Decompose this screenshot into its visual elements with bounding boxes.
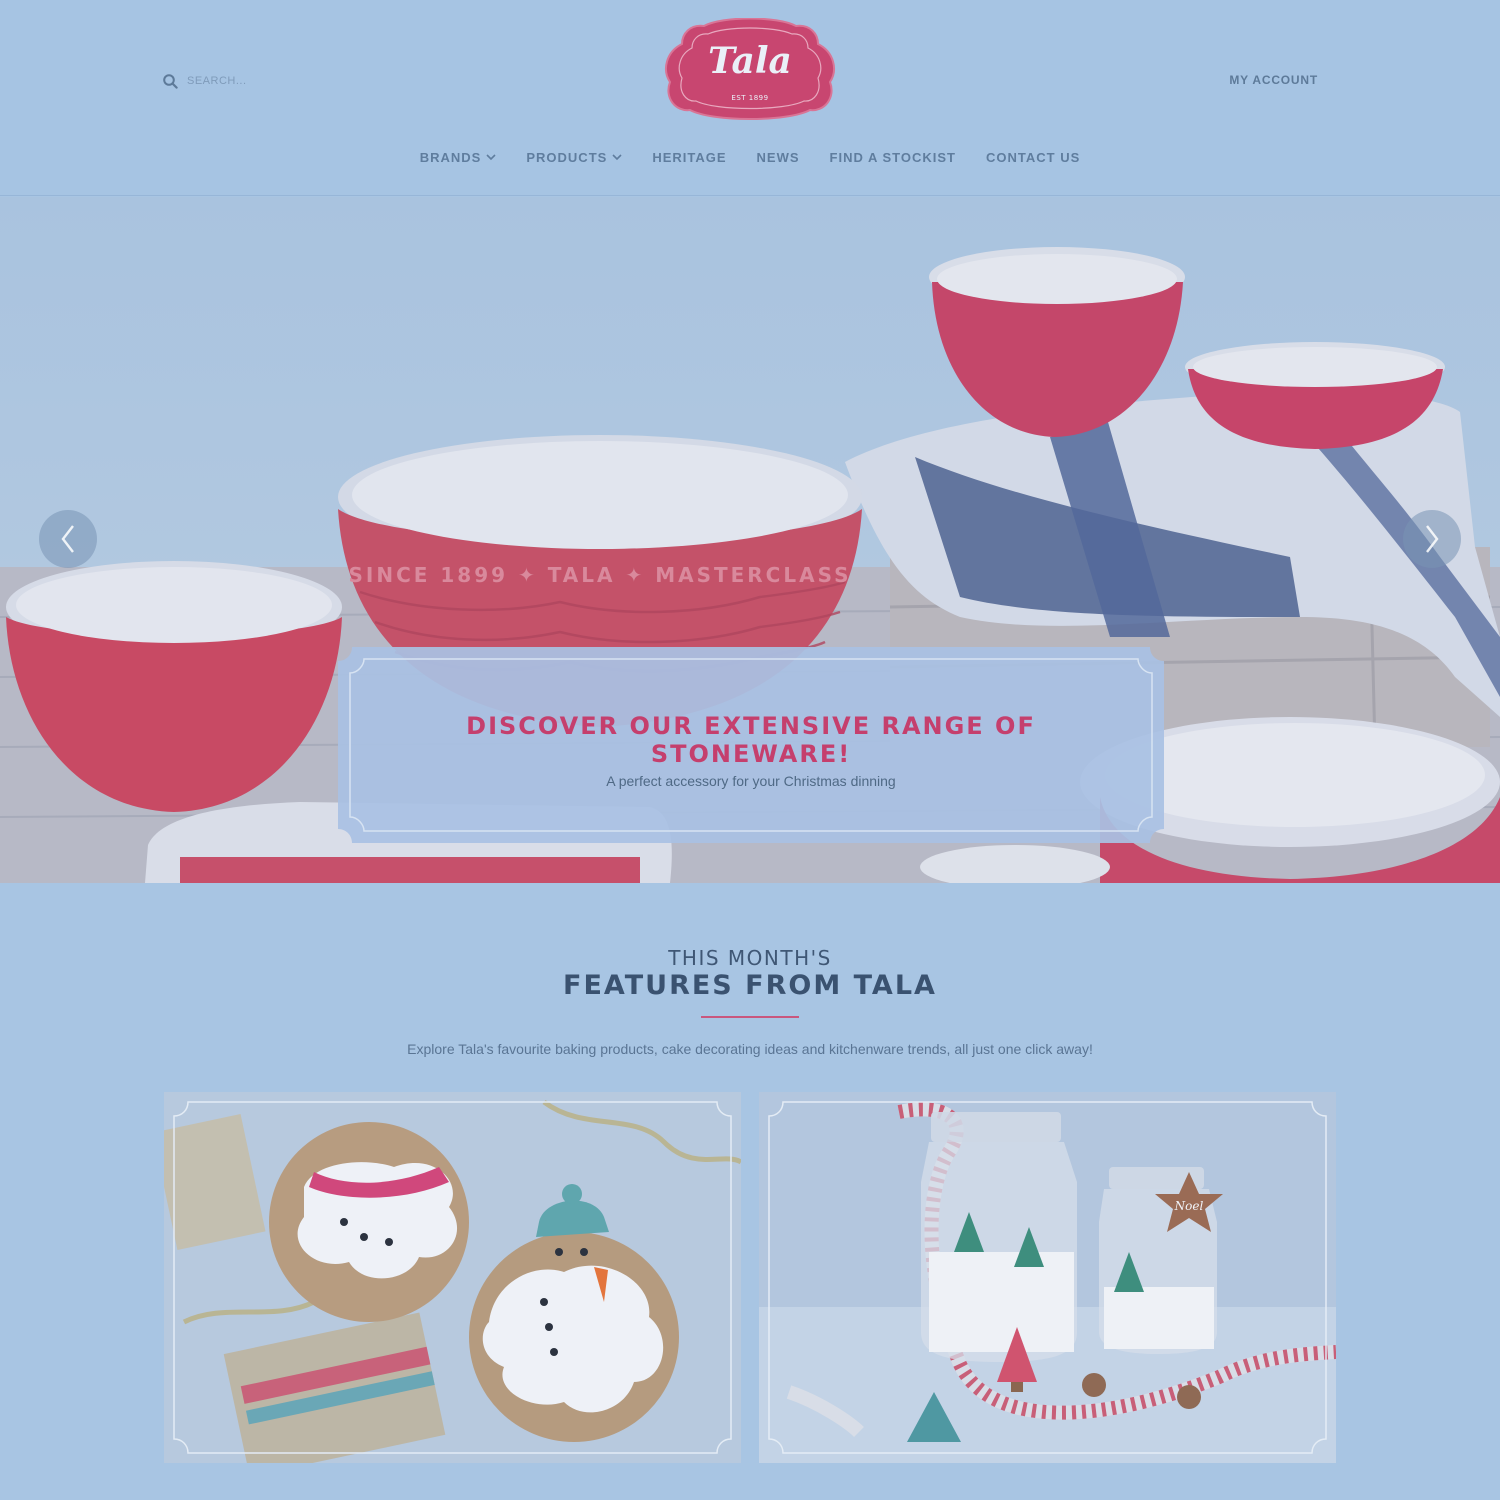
nav-heritage[interactable]: HERITAGE	[652, 150, 726, 165]
nav-brands-label: BRANDS	[419, 150, 482, 165]
bowl-lettering: SINCE 1899 ✦ TALA ✦ MASTERCLASS	[348, 563, 851, 587]
search-box[interactable]	[163, 72, 327, 90]
nav-brands[interactable]: BRANDS	[420, 150, 497, 165]
slider-prev-button[interactable]	[39, 510, 97, 568]
nav-find-a-stockist[interactable]: FIND A STOCKIST	[830, 150, 956, 165]
feature-card-jars[interactable]: Noel	[759, 1092, 1336, 1463]
gingerbread-cookies-image	[164, 1092, 741, 1463]
logo-established: EST 1899	[731, 94, 769, 102]
hero-caption-box[interactable]: DISCOVER OUR EXTENSIVE RANGE OF STONEWAR…	[338, 647, 1164, 843]
main-nav: BRANDS PRODUCTS HERITAGE NEWS FIND A STO…	[0, 150, 1500, 165]
nav-products-label: PRODUCTS	[526, 150, 608, 165]
search-input[interactable]	[187, 75, 327, 87]
features-description: Explore Tala's favourite baking products…	[407, 1041, 1093, 1057]
features-kicker: THIS MONTH'S	[668, 946, 832, 970]
my-account-link[interactable]: MY ACCOUNT	[1229, 73, 1318, 87]
features-title: FEATURES FROM TALA	[563, 970, 937, 1001]
tala-logo[interactable]: Tala EST 1899	[660, 17, 840, 124]
nav-heritage-label: HERITAGE	[652, 150, 727, 165]
nav-contact-us[interactable]: CONTACT US	[986, 150, 1080, 165]
chevron-down-icon	[486, 154, 496, 161]
slider-next-button[interactable]	[1403, 510, 1461, 568]
hero-title: DISCOVER OUR EXTENSIVE RANGE OF STONEWAR…	[466, 712, 1036, 768]
features-divider	[701, 1016, 799, 1018]
hero-subtitle: A perfect accessory for your Christmas d…	[606, 773, 896, 789]
chevron-down-icon	[612, 154, 622, 161]
nav-news[interactable]: NEWS	[757, 150, 800, 165]
hero-slider: SINCE 1899 ✦ TALA ✦ MASTERCLASS DISCOVER…	[0, 197, 1500, 883]
chevron-right-icon	[1426, 525, 1439, 553]
search-icon[interactable]	[163, 73, 178, 89]
christmas-jars-image: Noel	[759, 1092, 1336, 1463]
noel-tag-text: Noel	[1174, 1199, 1204, 1213]
chevron-left-icon	[61, 525, 74, 553]
nav-contact-us-label: CONTACT US	[986, 150, 1081, 165]
nav-find-a-stockist-label: FIND A STOCKIST	[829, 150, 956, 165]
logo-wordmark: Tala	[708, 40, 792, 82]
nav-news-label: NEWS	[756, 150, 800, 165]
nav-products[interactable]: PRODUCTS	[526, 150, 622, 165]
site-header: Tala EST 1899 MY ACCOUNT BRANDS PRODUCTS…	[0, 0, 1500, 196]
feature-card-cookies[interactable]	[164, 1092, 741, 1463]
